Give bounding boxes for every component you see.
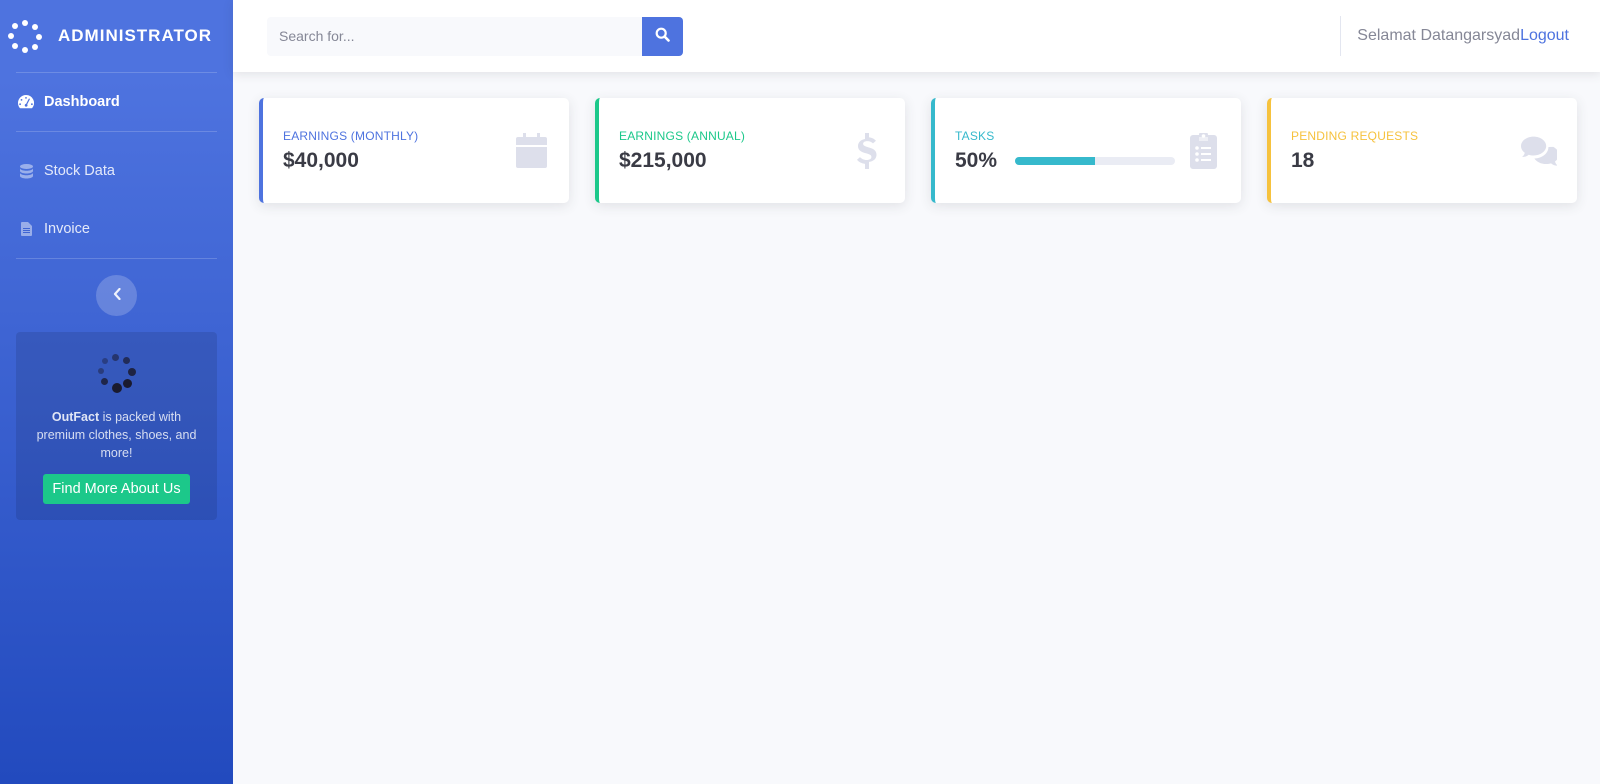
topbar: Selamat DatangarsyadLogout	[233, 0, 1600, 72]
sidebar-item-label: Stock Data	[44, 163, 115, 179]
calendar-icon	[513, 133, 549, 168]
sidebar: ADMINISTRATOR Dashboard Stock Data Invoi…	[0, 0, 233, 784]
card-label: Earnings (Monthly)	[283, 128, 419, 143]
sidebar-item-invoice[interactable]: Invoice	[0, 200, 233, 258]
search-button[interactable]	[642, 16, 683, 56]
user-area: Selamat Datangarsyad Logout	[1340, 16, 1569, 56]
logout-link[interactable]: Logout	[1520, 27, 1569, 45]
brand-title: ADMINISTRATOR	[58, 26, 213, 45]
sidebar-item-label: Dashboard	[44, 94, 120, 110]
card-value: 18	[1291, 148, 1315, 172]
search-input[interactable]	[267, 16, 642, 56]
sidebar-item-label: Invoice	[44, 221, 90, 237]
sidebar-item-dashboard[interactable]: Dashboard	[0, 73, 233, 131]
sidebar-toggle-button[interactable]	[96, 275, 137, 316]
sidebar-promo-card: OutFact is packed with premium clothes, …	[16, 332, 217, 520]
card-value: $40,000	[283, 148, 359, 172]
brand-logo-icon	[8, 19, 42, 53]
card-label: Pending Requests	[1291, 128, 1419, 143]
sidebar-item-stock-data[interactable]: Stock Data	[0, 142, 233, 200]
card-pending-requests: Pending Requests 18	[1267, 98, 1577, 203]
promo-text: OutFact is packed with premium clothes, …	[30, 408, 203, 462]
dollar-icon	[849, 132, 885, 169]
card-value: 50%	[955, 148, 998, 172]
tasks-progress-bar	[1015, 156, 1176, 165]
card-value: $215,000	[619, 148, 707, 172]
card-tasks: Tasks 50%	[931, 98, 1241, 203]
user-greeting: Selamat Datangarsyad	[1357, 27, 1521, 44]
promo-brand-name: OutFact	[51, 410, 100, 424]
chevron-left-icon	[113, 287, 121, 305]
clipboard-list-icon	[1185, 132, 1221, 169]
tachometer-icon	[18, 94, 34, 110]
card-earnings-monthly: Earnings (Monthly) $40,000	[259, 98, 569, 203]
search-form	[267, 16, 683, 56]
card-label: Earnings (Annual)	[619, 128, 746, 143]
database-icon	[18, 163, 34, 179]
find-more-button[interactable]: Find More About Us	[43, 474, 190, 504]
card-label: Tasks	[955, 128, 995, 143]
outfact-logo-icon	[97, 354, 137, 394]
card-earnings-annual: Earnings (Annual) $215,000	[595, 98, 905, 203]
dashboard-cards: Earnings (Monthly) $40,000 Earnings (Ann…	[233, 72, 1600, 203]
tasks-progress-fill	[1015, 156, 1096, 165]
comments-icon	[1521, 135, 1557, 167]
search-icon	[655, 27, 670, 45]
brand-link[interactable]: ADMINISTRATOR	[0, 0, 233, 72]
file-icon	[18, 221, 34, 237]
